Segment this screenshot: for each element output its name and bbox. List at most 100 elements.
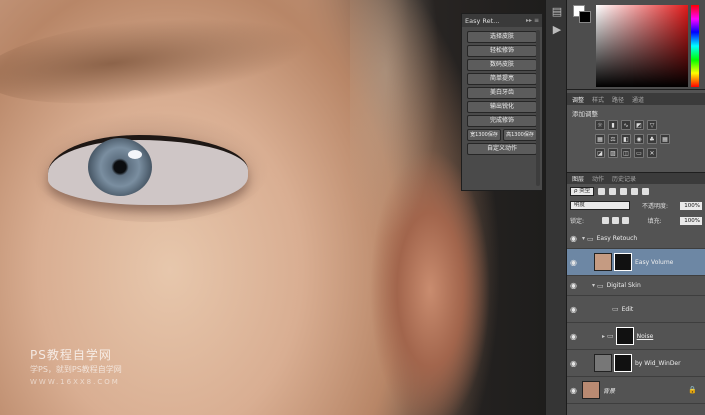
gradient-map-icon[interactable]: ▭ [634, 148, 644, 158]
folder-icon: ▭ [607, 332, 614, 340]
threshold-icon[interactable]: ◫ [621, 148, 631, 158]
lookup-icon[interactable]: ▦ [660, 134, 670, 144]
levels-icon[interactable]: ▮ [608, 120, 618, 130]
exposure-icon[interactable]: ◩ [634, 120, 644, 130]
watermark-url: WWW.16XX8.COM [30, 378, 120, 386]
posterize-icon[interactable]: ▨ [608, 148, 618, 158]
group-expand-icon[interactable]: ▾ [582, 235, 585, 242]
right-panels: 调整 样式 路径 通道 添加调整 ☼ ▮ ∿ ◩ ▽ ▦ ⚖ ◧ ◉ ♣ ▦ ◪… [567, 0, 705, 415]
action-button-digital-skin[interactable]: 数码皮肤 [467, 59, 537, 71]
lock-fill-row: 锁定: 填充: 100% [570, 216, 702, 225]
filter-type-icon[interactable] [620, 188, 628, 195]
layer-name: Edit [621, 305, 634, 313]
actions-panel-title: Easy Ret... [465, 16, 500, 25]
filter-pixel-icon[interactable] [598, 188, 606, 195]
actions-panel: Easy Ret... ▸▸ ≡ 选择皮肤 轻松修饰 数码皮肤 简单提亮 美白牙… [461, 13, 543, 191]
color-panel [567, 0, 705, 90]
eyebrow-area [0, 2, 314, 118]
layer-filter-row: ρ 类型 [570, 187, 650, 196]
visibility-eye-icon[interactable]: ◉ [567, 386, 580, 395]
layer-name: Easy Volume [635, 258, 674, 266]
folder-icon: ▭ [587, 234, 594, 243]
lock-pixels-icon[interactable] [602, 217, 610, 224]
lock-label: 锁定: [570, 218, 585, 225]
tab-styles[interactable]: 样式 [592, 95, 604, 104]
color-balance-icon[interactable]: ⚖ [608, 134, 618, 144]
adjustments-title: 添加调整 [572, 110, 598, 118]
actions-panel-header[interactable]: Easy Ret... ▸▸ ≡ [462, 14, 542, 27]
layer-row[interactable]: ◉ ▭ Edit [567, 296, 705, 323]
visibility-eye-icon[interactable]: ◉ [567, 258, 580, 267]
eye-highlight [128, 150, 142, 159]
selective-color-icon[interactable]: ✕ [647, 148, 657, 158]
fill-input[interactable]: 100% [680, 216, 702, 225]
tab-actions[interactable]: 动作 [592, 174, 604, 183]
blend-mode-select[interactable]: 明度 [570, 201, 630, 210]
group-expand-icon[interactable]: ▾ [592, 282, 595, 289]
action-button-whiten-teeth[interactable]: 美白牙齿 [467, 87, 537, 99]
hue-icon[interactable]: ▦ [595, 134, 605, 144]
action-button-output-sharpen[interactable]: 输出锐化 [467, 101, 537, 113]
layer-row[interactable]: ◉ ▾ ▭ Digital Skin [567, 276, 705, 296]
hair-area [350, 0, 440, 240]
tab-paths[interactable]: 路径 [612, 95, 624, 104]
save-width-button[interactable]: 宽1300保存 [467, 129, 501, 141]
photo-filter-icon[interactable]: ◉ [634, 134, 644, 144]
group-collapsed-icon[interactable]: ▸ [602, 333, 605, 340]
hue-slider[interactable] [691, 5, 699, 87]
lock-position-icon[interactable] [612, 217, 620, 224]
layer-list: ◉ ▾ ▭ Easy Retouch ◉ Easy Volume ◉ ▾ ▭ D… [567, 229, 705, 404]
tab-history[interactable]: 历史记录 [612, 174, 636, 183]
panel-menu-icon[interactable]: ▸▸ ≡ [526, 17, 539, 24]
visibility-eye-icon[interactable]: ◉ [567, 332, 580, 341]
layer-name: by Wid_WinDer [635, 359, 681, 367]
opacity-input[interactable]: 100% [680, 201, 702, 210]
visibility-eye-icon[interactable]: ◉ [567, 281, 580, 290]
tab-channels[interactable]: 通道 [632, 95, 644, 104]
layer-row[interactable]: ◉ by Wid_WinDer [567, 350, 705, 377]
layer-thumbnail [594, 354, 612, 372]
layer-name: 背景 [603, 387, 616, 395]
layer-kind-select[interactable]: ρ 类型 [570, 187, 595, 196]
invert-icon[interactable]: ◪ [595, 148, 605, 158]
layer-row[interactable]: ◉ 背景 🔒 [567, 377, 705, 404]
curves-icon[interactable]: ∿ [621, 120, 631, 130]
actions-icon[interactable]: ▶ [550, 22, 564, 36]
layer-row[interactable]: ◉ ▾ ▭ Easy Retouch [567, 229, 705, 249]
visibility-eye-icon[interactable]: ◉ [567, 234, 580, 243]
opacity-label: 不透明度: [641, 203, 669, 210]
filter-smart-icon[interactable] [642, 188, 650, 195]
save-height-button[interactable]: 高1300保存 [503, 129, 537, 141]
background-color-swatch[interactable] [579, 11, 591, 23]
bw-icon[interactable]: ◧ [621, 134, 631, 144]
lock-all-icon[interactable] [622, 217, 630, 224]
iris [88, 138, 152, 196]
layer-row-selected[interactable]: ◉ Easy Volume [567, 249, 705, 276]
watermark-title: PS教程自学网 [30, 348, 112, 362]
vibrance-icon[interactable]: ▽ [647, 120, 657, 130]
action-button-easy-retouch[interactable]: 轻松修饰 [467, 45, 537, 57]
channel-mixer-icon[interactable]: ♣ [647, 134, 657, 144]
layer-row[interactable]: ◉ ▸ ▭ Noise [567, 323, 705, 350]
actions-scrollbar[interactable] [536, 30, 540, 186]
action-button-finish[interactable]: 完成修饰 [467, 115, 537, 127]
custom-action-button[interactable]: 自定义动作 [467, 143, 537, 155]
filter-adjustment-icon[interactable] [609, 188, 617, 195]
layers-tabs: 图层 动作 历史记录 [567, 173, 705, 184]
folder-icon: ▭ [597, 281, 604, 290]
filter-shape-icon[interactable] [631, 188, 639, 195]
layer-mask-thumbnail [614, 253, 632, 271]
color-field[interactable] [596, 5, 688, 87]
folder-icon: ▭ [612, 305, 619, 313]
visibility-eye-icon[interactable]: ◉ [567, 305, 580, 314]
tab-layers[interactable]: 图层 [572, 174, 584, 183]
brightness-icon[interactable]: ☼ [595, 120, 605, 130]
layer-thumbnail [594, 253, 612, 271]
tab-adjustments[interactable]: 调整 [572, 95, 584, 104]
action-button-brighten[interactable]: 简单提亮 [467, 73, 537, 85]
history-icon[interactable]: ▤ [550, 4, 564, 18]
action-button-select-skin[interactable]: 选择皮肤 [467, 31, 537, 43]
adjustments-tabs: 调整 样式 路径 通道 [567, 93, 705, 105]
visibility-eye-icon[interactable]: ◉ [567, 359, 580, 368]
layer-thumbnail [582, 381, 600, 399]
